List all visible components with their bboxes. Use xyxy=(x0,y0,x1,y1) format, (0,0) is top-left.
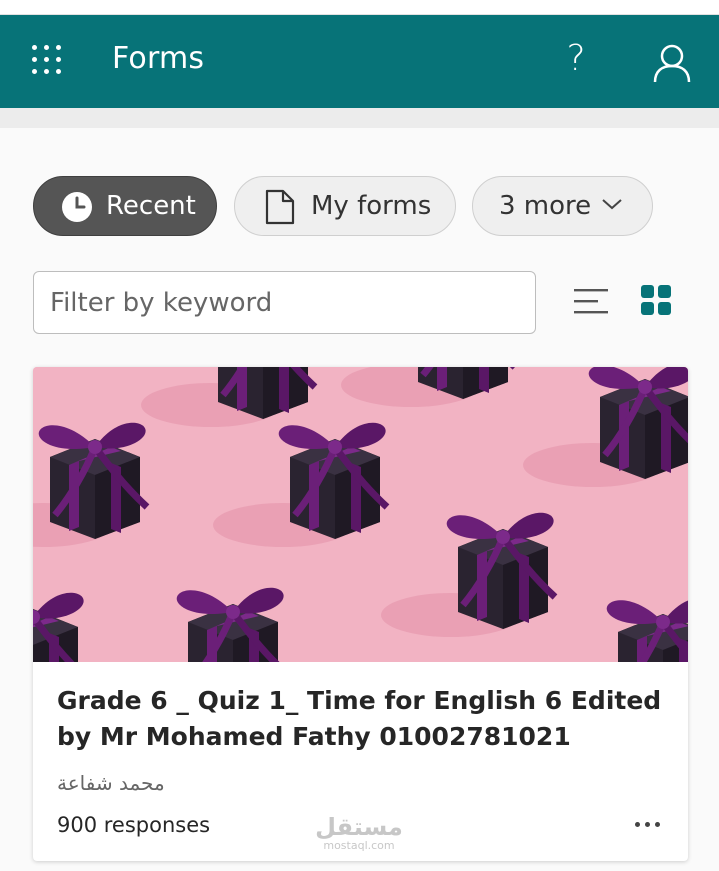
app-header: Forms ? xyxy=(0,15,719,108)
list-view-icon[interactable] xyxy=(573,286,609,316)
app-title: Forms xyxy=(112,41,205,76)
tab-my-forms-label: My forms xyxy=(311,191,432,221)
grid-view-icon[interactable] xyxy=(640,284,672,316)
tab-more-label: 3 more xyxy=(499,191,592,221)
watermark: مستقل mostaql.com xyxy=(314,813,404,853)
clock-icon xyxy=(62,192,92,222)
user-icon[interactable] xyxy=(652,43,692,83)
app-launcher-icon[interactable] xyxy=(32,45,62,75)
tab-recent[interactable]: Recent xyxy=(33,176,217,236)
watermark-arabic: مستقل xyxy=(315,813,403,841)
tab-my-forms[interactable]: My forms xyxy=(234,176,456,236)
chevron-down-icon xyxy=(602,199,622,210)
watermark-latin: mostaql.com xyxy=(323,839,395,852)
tab-recent-label: Recent xyxy=(106,191,196,221)
sub-bar xyxy=(0,108,719,128)
form-owner: محمد شفاعة xyxy=(57,771,165,795)
tab-more-dropdown[interactable]: 3 more xyxy=(472,176,653,236)
help-icon[interactable]: ? xyxy=(560,37,592,81)
card-banner-image xyxy=(33,367,688,662)
filter-input[interactable] xyxy=(33,271,536,334)
form-card[interactable]: Grade 6 _ Quiz 1_ Time for English 6 Edi… xyxy=(33,367,688,861)
more-options-icon[interactable] xyxy=(631,807,665,841)
document-icon xyxy=(265,189,295,225)
response-count: 900 responses xyxy=(57,813,211,837)
top-strip xyxy=(0,0,719,15)
form-title: Grade 6 _ Quiz 1_ Time for English 6 Edi… xyxy=(57,686,662,751)
